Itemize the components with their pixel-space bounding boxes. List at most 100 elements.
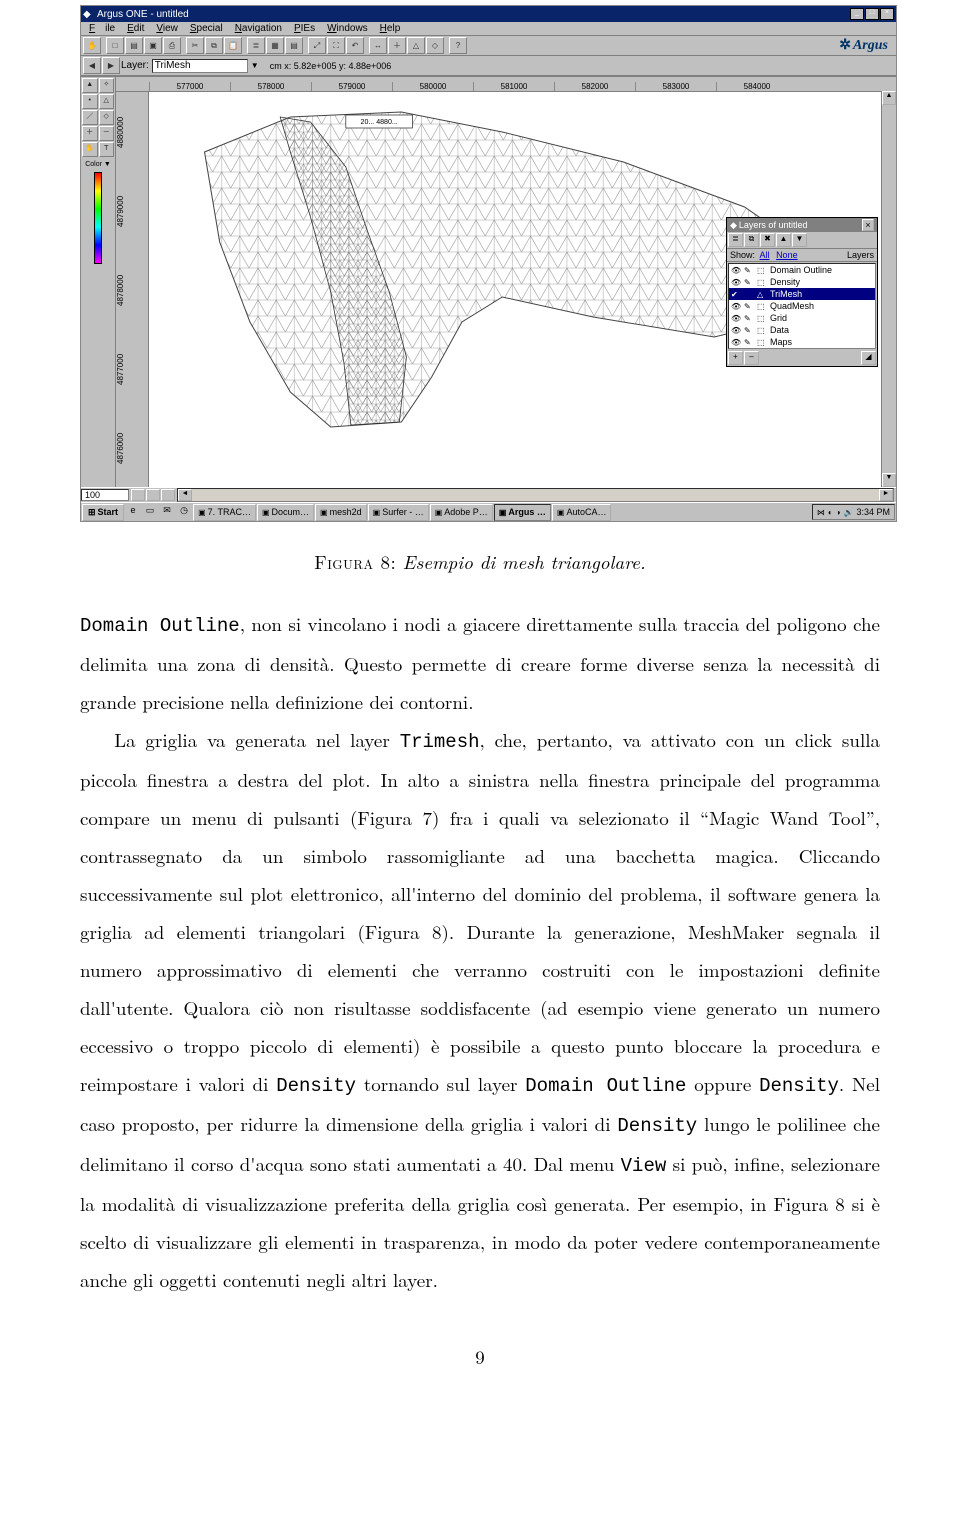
toolbar-crosshair-icon[interactable]: ＋ <box>388 37 406 54</box>
tool-zoomout-icon[interactable]: － <box>99 126 115 141</box>
menu-edit[interactable]: Edit <box>122 23 149 34</box>
lock-icon[interactable]: ✎ <box>744 278 754 287</box>
toolbar-grid-icon[interactable]: ▦ <box>266 37 284 54</box>
taskbar-button[interactable]: ▣Argus … <box>494 504 551 521</box>
quicklaunch-outlook-icon[interactable]: ✉ <box>159 504 175 520</box>
menu-file[interactable]: File <box>84 23 120 34</box>
taskbar-button[interactable]: ▣Docum… <box>257 504 314 521</box>
taskbar-button[interactable]: ▣AutoCA… <box>552 504 612 521</box>
tool-node-icon[interactable]: • <box>82 94 98 109</box>
toolbar-outline-icon[interactable]: ◇ <box>426 37 444 54</box>
tray-icon[interactable]: ◐ <box>828 508 833 517</box>
toolbar-arrow-icon[interactable]: ↔ <box>369 37 387 54</box>
layers-add-icon[interactable]: + <box>728 351 743 365</box>
close-button[interactable]: × <box>880 8 894 20</box>
layers-panel[interactable]: ◆Layers of untitled × ≣ ⧉ ✖ ▲ ▼ Show: Al… <box>726 217 878 367</box>
menu-navigation[interactable]: Navigation <box>230 23 287 34</box>
layer-row[interactable]: 👁✎⬚Maps <box>729 336 875 348</box>
lock-icon[interactable]: ✎ <box>744 302 754 311</box>
toolbar-copy-icon[interactable]: ⧉ <box>205 37 223 54</box>
tool-poly-icon[interactable]: ◇ <box>99 110 115 125</box>
tray-icon[interactable]: ◑ <box>836 508 841 517</box>
toolbar-cut-icon[interactable]: ✂ <box>186 37 204 54</box>
layer-row[interactable]: ✔△TriMesh <box>729 288 875 300</box>
toolbar-fitall-icon[interactable]: ⤢ <box>308 37 326 54</box>
lock-icon[interactable]: ✎ <box>744 314 754 323</box>
layer-row[interactable]: 👁✎⬚Data <box>729 324 875 336</box>
nav-right-icon[interactable]: ▶ <box>102 57 120 74</box>
zoom-field[interactable]: 100 <box>81 489 129 501</box>
layers-del-icon[interactable]: ✖ <box>760 233 775 247</box>
plot-canvas[interactable]: 577000 578000 579000 580000 581000 58200… <box>116 77 896 487</box>
toolbar-hand-icon[interactable]: ✋ <box>83 37 101 54</box>
toolbar-table-icon[interactable]: ▤ <box>285 37 303 54</box>
status-snap-icon[interactable] <box>146 489 160 501</box>
tool-element-icon[interactable]: △ <box>99 94 115 109</box>
layers-up-icon[interactable]: ▲ <box>776 233 791 247</box>
toolbar-prevview-icon[interactable]: ↶ <box>346 37 364 54</box>
lock-icon[interactable]: ✎ <box>744 338 754 347</box>
layers-new-icon[interactable]: ≣ <box>728 233 743 247</box>
layers-down-icon[interactable]: ▼ <box>792 233 807 247</box>
layers-resize-icon[interactable]: ◢ <box>861 351 876 365</box>
lock-icon[interactable]: ✎ <box>744 326 754 335</box>
show-all-link[interactable]: All <box>760 250 770 260</box>
menu-pies[interactable]: PIEs <box>289 23 320 34</box>
tool-pointer-icon[interactable]: ▲ <box>82 78 98 93</box>
layer-dropdown-icon[interactable]: ▼ <box>251 61 259 70</box>
tool-zoomin-icon[interactable]: ＋ <box>82 126 98 141</box>
layer-row[interactable]: 👁✎⬚Density <box>729 276 875 288</box>
visibility-icon[interactable]: 👁 <box>731 326 741 335</box>
tool-text-icon[interactable]: T <box>99 142 115 157</box>
menu-view[interactable]: View <box>151 23 183 34</box>
start-button[interactable]: Start <box>82 504 124 521</box>
vertical-scrollbar[interactable] <box>881 91 896 487</box>
tool-wand-icon[interactable]: ✧ <box>99 78 115 93</box>
menu-special[interactable]: Special <box>185 23 228 34</box>
system-tray[interactable]: ⋈ ◐ ◑ 🔊 3:34 PM <box>812 504 895 520</box>
status-mode-icon[interactable] <box>161 489 175 501</box>
layers-remove-icon[interactable]: – <box>744 351 759 365</box>
toolbar-new-icon[interactable]: □ <box>106 37 124 54</box>
layers-dup-icon[interactable]: ⧉ <box>744 233 759 247</box>
quicklaunch-ie-icon[interactable]: e <box>125 504 141 520</box>
minimize-button[interactable]: _ <box>850 8 864 20</box>
taskbar-button[interactable]: ▣Surfer - … <box>368 504 429 521</box>
layer-row[interactable]: 👁✎⬚Domain Outline <box>729 264 875 276</box>
layers-panel-close-icon[interactable]: × <box>862 219 874 231</box>
show-none-link[interactable]: None <box>776 250 798 260</box>
lock-icon[interactable]: ✎ <box>744 266 754 275</box>
tool-pan-icon[interactable]: ✋ <box>82 142 98 157</box>
tray-icon[interactable]: ⋈ <box>817 508 825 517</box>
toolbar-zoomext-icon[interactable]: ⛶ <box>327 37 345 54</box>
toolbar-paste-icon[interactable]: 📋 <box>224 37 242 54</box>
visibility-icon[interactable]: 👁 <box>731 314 741 323</box>
toolbar-print-icon[interactable]: ⎙ <box>163 37 181 54</box>
layer-row[interactable]: 👁✎⬚QuadMesh <box>729 300 875 312</box>
status-grid-icon[interactable] <box>131 489 145 501</box>
maximize-button[interactable]: □ <box>865 8 879 20</box>
layers-panel-title[interactable]: ◆Layers of untitled × <box>727 218 877 232</box>
tool-line-icon[interactable]: ／ <box>82 110 98 125</box>
visibility-icon[interactable]: 👁 <box>731 266 741 275</box>
quicklaunch-app-icon[interactable]: ◷ <box>176 504 192 520</box>
menu-help[interactable]: Help <box>375 23 406 34</box>
visibility-icon[interactable]: 👁 <box>731 302 741 311</box>
toolbar-help-icon[interactable]: ? <box>449 37 467 54</box>
layer-row[interactable]: 👁✎⬚Grid <box>729 312 875 324</box>
toolbar-open-icon[interactable]: ▤ <box>125 37 143 54</box>
taskbar-button[interactable]: ▣Adobe P… <box>430 504 493 521</box>
visibility-icon[interactable]: 👁 <box>731 338 741 347</box>
layer-selector[interactable] <box>152 59 248 73</box>
toolbar-mesh-icon[interactable]: △ <box>407 37 425 54</box>
visibility-icon[interactable]: ✔ <box>731 290 741 299</box>
toolbar-layers-icon[interactable]: ≣ <box>247 37 265 54</box>
quicklaunch-desktop-icon[interactable]: ▭ <box>142 504 158 520</box>
nav-left-icon[interactable]: ◀ <box>83 57 101 74</box>
taskbar-button[interactable]: ▣mesh2d <box>315 504 367 521</box>
horizontal-scrollbar[interactable] <box>177 488 894 502</box>
taskbar-button[interactable]: ▣7. TRAC… <box>193 504 256 521</box>
toolbar-save-icon[interactable]: ▣ <box>144 37 162 54</box>
visibility-icon[interactable]: 👁 <box>731 278 741 287</box>
menu-windows[interactable]: Windows <box>322 23 373 34</box>
